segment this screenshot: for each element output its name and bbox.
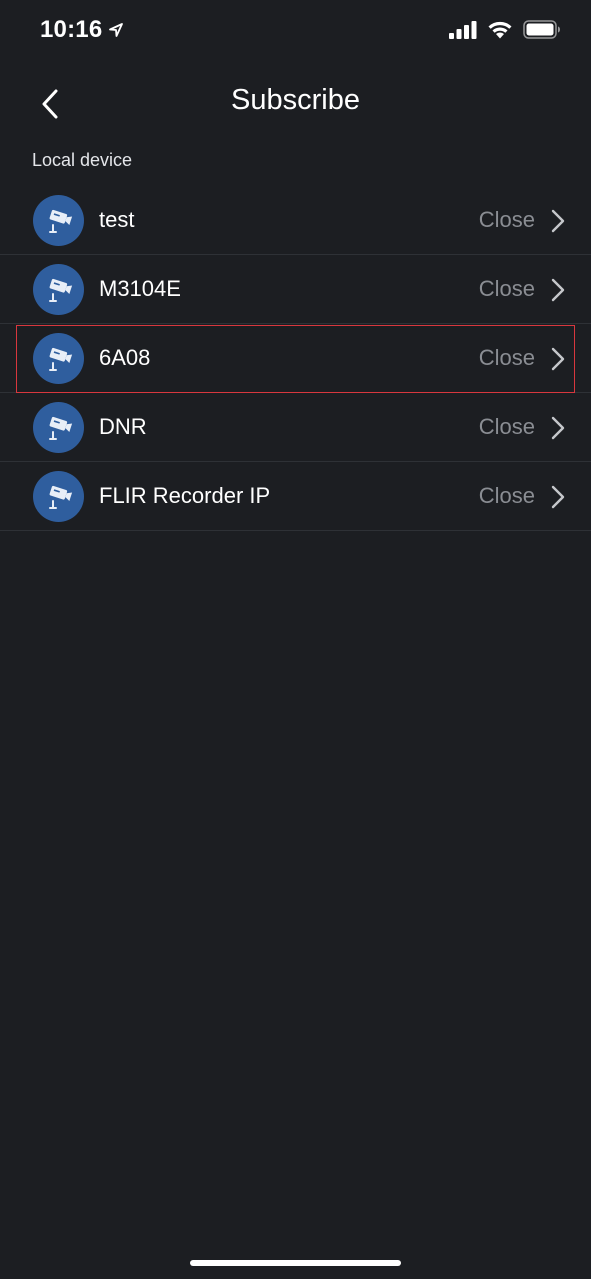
camera-icon xyxy=(48,485,72,509)
device-row-dnr[interactable]: DNR Close xyxy=(0,393,591,462)
device-row-flir-recorder-ip[interactable]: FLIR Recorder IP Close xyxy=(0,462,591,531)
device-status: Close xyxy=(478,483,535,508)
device-avatar xyxy=(33,195,84,246)
device-name: test xyxy=(99,207,135,232)
home-indicator[interactable] xyxy=(190,1260,401,1266)
status-icons xyxy=(449,20,561,39)
device-status: Close xyxy=(478,414,535,439)
device-status: Close xyxy=(478,345,535,370)
status-bar: 10:16 xyxy=(0,0,591,64)
camera-icon xyxy=(48,347,72,371)
subscribe-screen: 10:16 Subscribe Local device test Close … xyxy=(0,0,591,1279)
nav-bar: Subscribe xyxy=(0,64,591,144)
camera-icon xyxy=(48,416,72,440)
device-name: DNR xyxy=(99,414,147,439)
device-status: Close xyxy=(478,207,535,232)
page-title: Subscribe xyxy=(231,84,360,116)
chevron-right-icon xyxy=(551,485,565,509)
status-time-group: 10:16 xyxy=(40,16,124,44)
device-avatar xyxy=(33,264,84,315)
device-avatar xyxy=(33,402,84,453)
chevron-right-icon xyxy=(551,416,565,440)
device-row-test[interactable]: test Close xyxy=(0,186,591,255)
device-avatar xyxy=(33,333,84,384)
device-status: Close xyxy=(478,276,535,301)
device-name: FLIR Recorder IP xyxy=(99,483,271,508)
battery-icon xyxy=(523,20,560,39)
chevron-right-icon xyxy=(551,209,565,233)
device-row-m3104e[interactable]: M3104E Close xyxy=(0,255,591,324)
device-name: M3104E xyxy=(99,276,181,301)
chevron-right-icon xyxy=(551,278,565,302)
wifi-icon xyxy=(488,21,512,39)
cellular-signal-icon xyxy=(449,20,477,39)
chevron-right-icon xyxy=(551,347,565,371)
device-name: 6A08 xyxy=(99,345,151,370)
location-arrow-icon xyxy=(109,23,124,37)
device-avatar xyxy=(33,471,84,522)
device-row-6a08[interactable]: 6A08 Close xyxy=(0,324,591,393)
camera-icon xyxy=(48,209,72,233)
camera-icon xyxy=(48,278,72,302)
device-list: test Close M3104E Close 6A08 Close DNR C… xyxy=(0,186,591,531)
status-time: 10:16 xyxy=(40,16,103,43)
section-header: Local device xyxy=(32,150,133,170)
